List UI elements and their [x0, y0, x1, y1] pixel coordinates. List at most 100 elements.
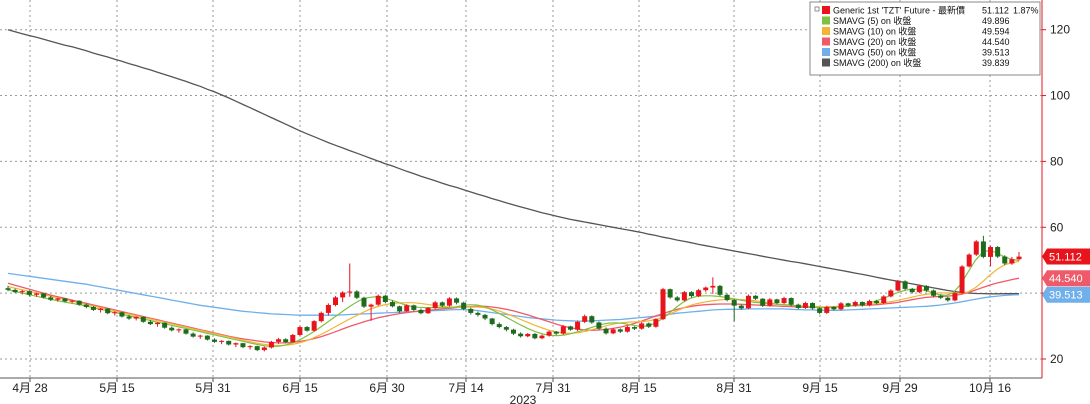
candle [425, 306, 431, 314]
candle-body [624, 327, 630, 332]
candle-body [162, 322, 168, 328]
candle-body [147, 321, 153, 325]
candle-body [432, 302, 438, 308]
candle-body [461, 302, 467, 309]
candle-body [774, 299, 780, 304]
legend-series-value: 49.896 [982, 16, 1010, 26]
candle-body [760, 298, 766, 306]
candle-body [190, 333, 196, 337]
y-tick-label: 120 [1050, 23, 1070, 37]
candle-body [589, 316, 595, 323]
candle [988, 245, 994, 267]
price-tag-value: 39.513 [1049, 290, 1083, 302]
candle [211, 338, 217, 343]
candle-body [41, 293, 47, 298]
candle-body [745, 295, 751, 309]
candle-body [688, 292, 694, 297]
candle-body [831, 306, 837, 310]
legend-series-name: SMAVG (200) on 收盤 [833, 57, 921, 68]
candle-body [895, 281, 901, 291]
candle [105, 308, 111, 315]
candle-body [696, 290, 702, 297]
candle [945, 296, 951, 302]
candle [539, 334, 545, 340]
y-tick-label: 60 [1050, 220, 1064, 234]
candle-body [12, 289, 18, 293]
legend-series-name: Generic 1st 'TZT' Future - 最新價 [833, 5, 965, 16]
candle [247, 345, 253, 350]
candle-body [361, 297, 367, 307]
candle [995, 246, 1001, 258]
candle [653, 318, 659, 328]
candle [318, 311, 324, 323]
candle-body [204, 335, 210, 340]
candle [475, 311, 481, 317]
candle [418, 308, 424, 315]
candle-body [425, 307, 431, 314]
candle [973, 240, 979, 256]
candles [5, 235, 1022, 352]
candle-body [176, 329, 182, 331]
candle [226, 340, 232, 346]
candle-body [247, 346, 253, 348]
candle-body [681, 292, 687, 301]
candle [980, 235, 986, 259]
candle [432, 301, 438, 309]
candle [240, 342, 246, 349]
candlestick-chart: 204060801001204月 285月 155月 316月 156月 307… [0, 0, 1090, 404]
candle-body [931, 290, 937, 296]
candle-body [788, 298, 794, 305]
candle-body [859, 302, 865, 306]
x-tick-label: 9月 15 [802, 381, 838, 395]
x-tick-label: 6月 30 [369, 381, 405, 395]
candle-body [610, 329, 616, 334]
candle [140, 316, 146, 323]
candle-body [454, 298, 460, 303]
candle-body [674, 297, 680, 301]
candle-body [69, 300, 75, 302]
candle-body [1009, 259, 1015, 264]
candle-body [112, 312, 118, 314]
candle [525, 332, 531, 338]
candle-body [817, 308, 823, 313]
legend-series-value: 44.540 [982, 37, 1010, 47]
legend-series-value: 39.513 [982, 48, 1010, 58]
candle [311, 320, 317, 332]
y-tick-label: 80 [1050, 154, 1064, 168]
candle-body [660, 289, 666, 320]
candle [340, 291, 346, 303]
candle-body [382, 295, 388, 303]
candle-body [575, 321, 581, 330]
candle-body [155, 322, 161, 325]
candle-body [710, 285, 716, 288]
legend-series-value: 51.112 [982, 6, 1009, 16]
candle-body [582, 316, 588, 322]
candle [866, 299, 872, 307]
candle-body [874, 301, 880, 304]
legend-swatch [822, 27, 830, 35]
candle-body [731, 300, 737, 306]
candle-body [560, 326, 566, 334]
candle-body [446, 298, 452, 306]
candle-body [909, 288, 915, 293]
candle [261, 346, 267, 352]
candle-body [653, 319, 659, 327]
candle [254, 345, 260, 352]
candle-body [802, 303, 808, 308]
candle-body [418, 309, 424, 314]
candle-body [532, 333, 538, 339]
candle-body [133, 316, 139, 319]
candle-body [62, 298, 68, 302]
candle-body [318, 312, 324, 322]
candle-body [55, 298, 61, 300]
candle-body [33, 293, 39, 295]
candle-body [617, 329, 623, 332]
x-tick-label: 4月 28 [12, 381, 48, 395]
candle-body [966, 254, 972, 267]
candle [639, 322, 645, 330]
legend-swatch [822, 58, 830, 67]
candle-body [482, 314, 488, 319]
candle-body [753, 295, 759, 299]
candle-body [824, 306, 830, 313]
candle-body [1016, 256, 1022, 260]
